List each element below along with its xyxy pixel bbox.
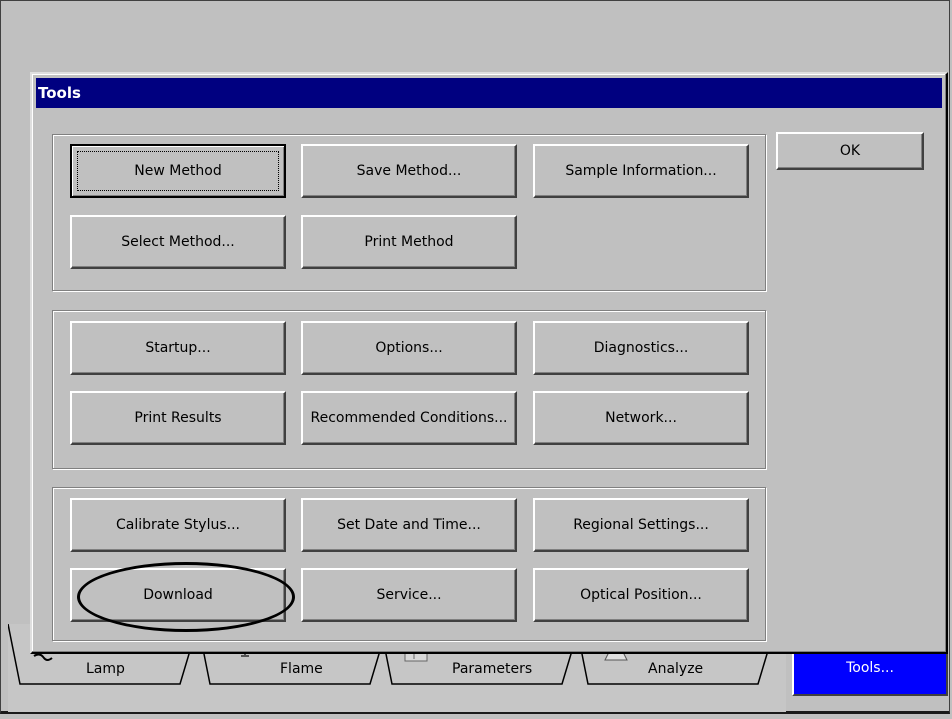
recommended-conditions-label: Recommended Conditions...	[310, 410, 508, 426]
print-results-label: Print Results	[134, 410, 222, 426]
print-results-button[interactable]: Print Results	[70, 391, 286, 445]
print-method-button[interactable]: Print Method	[301, 215, 517, 269]
tab-flame-label: Flame	[280, 661, 323, 677]
sample-information-label: Sample Information...	[565, 163, 717, 179]
startup-label: Startup...	[145, 340, 211, 356]
set-date-time-label: Set Date and Time...	[337, 517, 481, 533]
diagnostics-label: Diagnostics...	[593, 340, 689, 356]
tab-lamp-label: Lamp	[86, 661, 125, 677]
set-date-time-button[interactable]: Set Date and Time...	[301, 498, 517, 552]
startup-button[interactable]: Startup...	[70, 321, 286, 375]
regional-settings-button[interactable]: Regional Settings...	[533, 498, 749, 552]
network-button[interactable]: Network...	[533, 391, 749, 445]
method-group: New Method Save Method... Sample Informa…	[52, 134, 766, 291]
recommended-conditions-button[interactable]: Recommended Conditions...	[301, 391, 517, 445]
dialog-titlebar[interactable]: Tools	[36, 78, 942, 108]
tab-analyze-label: Analyze	[648, 661, 704, 677]
service-button[interactable]: Service...	[301, 568, 517, 622]
ok-button[interactable]: OK	[776, 132, 924, 170]
instrument-group: Startup... Options... Diagnostics... Pri…	[52, 310, 766, 469]
options-button[interactable]: Options...	[301, 321, 517, 375]
optical-position-button[interactable]: Optical Position...	[533, 568, 749, 622]
download-button[interactable]: Download	[70, 568, 286, 622]
ok-label: OK	[839, 143, 861, 159]
print-method-label: Print Method	[364, 234, 454, 250]
system-group: Calibrate Stylus... Set Date and Time...…	[52, 487, 766, 641]
select-method-label: Select Method...	[121, 234, 235, 250]
network-label: Network...	[605, 410, 677, 426]
calibrate-stylus-button[interactable]: Calibrate Stylus...	[70, 498, 286, 552]
save-method-button[interactable]: Save Method...	[301, 144, 517, 198]
service-label: Service...	[376, 587, 442, 603]
download-label: Download	[143, 587, 213, 603]
calibrate-stylus-label: Calibrate Stylus...	[116, 517, 240, 533]
options-label: Options...	[375, 340, 443, 356]
dialog-title: Tools	[38, 84, 81, 102]
select-method-button[interactable]: Select Method...	[70, 215, 286, 269]
new-method-button[interactable]: New Method	[70, 144, 286, 198]
optical-position-label: Optical Position...	[580, 587, 702, 603]
tab-tools-label: Tools...	[846, 659, 894, 676]
regional-settings-label: Regional Settings...	[573, 517, 709, 533]
diagnostics-button[interactable]: Diagnostics...	[533, 321, 749, 375]
sample-information-button[interactable]: Sample Information...	[533, 144, 749, 198]
tab-parameters-label: Parameters	[452, 661, 533, 677]
tools-dialog: Tools New Method Save Method... Sample I…	[30, 72, 948, 654]
save-method-label: Save Method...	[356, 163, 462, 179]
focus-rect	[77, 151, 279, 191]
